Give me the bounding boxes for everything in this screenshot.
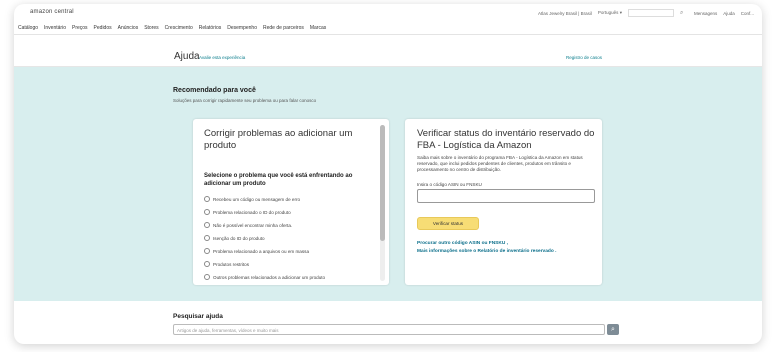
top-search-input[interactable] <box>627 9 674 17</box>
recommended-section: Recomendado para você Soluções para corr… <box>14 67 762 301</box>
search-help-title: Pesquisar ajuda <box>173 313 223 320</box>
reserved-report-link[interactable]: Mais informações sobre o Relatório de in… <box>417 249 556 254</box>
problem-option[interactable]: Problema relacionado a arquivos ou em ma… <box>204 248 309 254</box>
settings-link[interactable]: Conf... <box>741 11 754 16</box>
verify-status-button[interactable]: Verificar status <box>417 217 479 230</box>
nav-item[interactable]: Pedidos <box>94 25 112 31</box>
nav-item[interactable]: Stores <box>144 25 158 31</box>
problem-option[interactable]: Outros problemas relacionados a adiciona… <box>204 274 325 280</box>
nav-item[interactable]: Anúncios <box>118 25 139 31</box>
radio-icon[interactable] <box>204 261 210 267</box>
radio-icon[interactable] <box>204 209 210 215</box>
problem-option[interactable]: Isenção do ID do produto <box>204 235 265 241</box>
recommended-title: Recomendado para você <box>173 87 256 94</box>
asin-input[interactable] <box>417 189 595 203</box>
language-select[interactable]: Português ▾ <box>598 10 622 16</box>
radio-icon[interactable] <box>204 196 210 202</box>
search-button[interactable]: ⌕ <box>607 324 619 335</box>
card-title: Corrigir problemas ao adicionar um produ… <box>204 128 353 151</box>
nav-item[interactable]: Inventário <box>44 25 66 31</box>
messages-link[interactable]: Mensagens <box>694 11 717 16</box>
help-header: Ajuda Avalie esta experiência Registro d… <box>14 40 762 67</box>
recommended-subtitle: Soluções para corrigir rapidamente seu p… <box>173 98 317 103</box>
account-switcher[interactable]: Atlas Jewelry Brasil | Brasil <box>538 11 592 16</box>
card-description: Saiba mais sobre o inventário do program… <box>417 155 583 172</box>
nav-item[interactable]: Rede de parceiros <box>263 25 304 31</box>
problem-option[interactable]: Produtos restritos <box>204 261 249 267</box>
scroll-thumb[interactable] <box>380 125 385 241</box>
nav-item[interactable]: Crescimento <box>165 25 193 31</box>
top-right-controls: Atlas Jewelry Brasil | Brasil Português … <box>538 9 754 17</box>
nav-item[interactable]: Catálogo <box>18 25 38 31</box>
search-icon[interactable]: ⌕ <box>680 10 688 16</box>
top-bar: amazon central Atlas Jewelry Brasil | Br… <box>14 4 762 20</box>
radio-icon[interactable] <box>204 235 210 241</box>
add-product-card: Corrigir problemas ao adicionar um produ… <box>193 119 389 285</box>
feedback-link[interactable]: Avalie esta experiência <box>199 55 245 60</box>
radio-icon[interactable] <box>204 222 210 228</box>
main-nav: Catálogo Inventário Preços Pedidos Anúnc… <box>14 22 762 35</box>
nav-item[interactable]: Marcas <box>310 25 326 31</box>
asin-label: Insira o código ASIN ou FNSKU <box>417 182 482 187</box>
radio-icon[interactable] <box>204 274 210 280</box>
radio-icon[interactable] <box>204 248 210 254</box>
logo[interactable]: amazon central <box>30 9 74 15</box>
browser-frame: amazon central Atlas Jewelry Brasil | Br… <box>14 4 762 344</box>
problem-option[interactable]: Recebeu um código ou mensagem de erro <box>204 196 300 202</box>
scrollbar[interactable] <box>380 125 385 281</box>
help-link[interactable]: Ajuda <box>723 11 735 16</box>
nav-item[interactable]: Preços <box>72 25 88 31</box>
card-title: Verificar status do inventário reservado… <box>417 128 595 151</box>
card-subtitle: Selecione o problema que você está enfre… <box>204 173 353 187</box>
problem-option[interactable]: Problema relacionado o ID do produto <box>204 209 291 215</box>
help-search-input[interactable]: Artigos de ajuda, ferramentas, vídeos e … <box>173 324 605 335</box>
search-icon: ⌕ <box>611 326 615 333</box>
fba-status-card: Verificar status do inventário reservado… <box>405 119 602 285</box>
nav-item[interactable]: Desempenho <box>227 25 257 31</box>
problem-option[interactable]: Não é possível encontrar minha oferta. <box>204 222 292 228</box>
case-log-link[interactable]: Registro de casos <box>566 55 602 60</box>
page-title: Ajuda <box>174 51 200 62</box>
nav-item[interactable]: Relatórios <box>199 25 222 31</box>
search-other-asin-link[interactable]: Procurar outro código ASIN ou FNSKU , <box>417 241 508 246</box>
